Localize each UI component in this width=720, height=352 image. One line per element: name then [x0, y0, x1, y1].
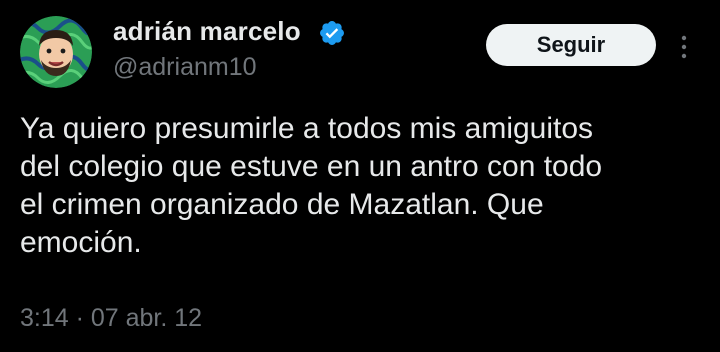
author-display-name[interactable]: adrián marcelo: [113, 14, 301, 48]
tweet-card: adrián marcelo @adrianm10 Seguir Ya quie…: [0, 0, 720, 352]
verified-badge-icon: [320, 21, 344, 45]
tweet-text: Ya quiero presumirle a todos mis amiguit…: [20, 112, 603, 259]
more-options-icon[interactable]: [676, 30, 692, 64]
follow-button[interactable]: Seguir: [486, 24, 656, 66]
avatar-illustration: [20, 16, 92, 88]
tweet-timestamp[interactable]: 3:14 · 07 abr. 12: [20, 302, 202, 334]
author-handle[interactable]: @adrianm10: [113, 51, 257, 83]
avatar[interactable]: [20, 16, 92, 88]
